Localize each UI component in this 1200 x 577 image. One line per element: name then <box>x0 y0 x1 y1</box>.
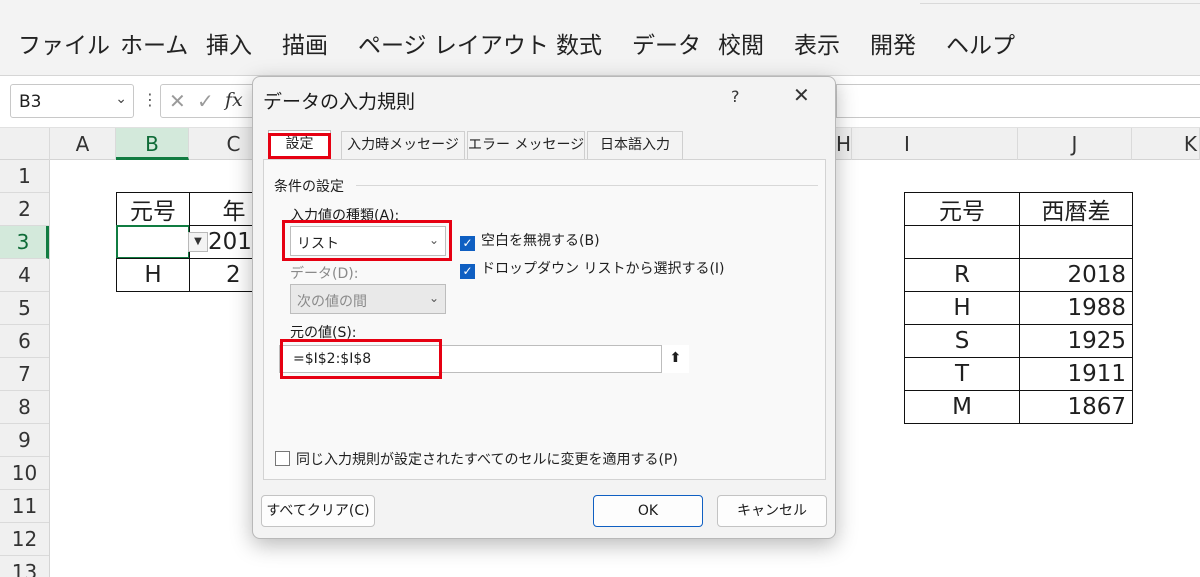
clear-all-button[interactable]: すべてクリア(C) <box>261 495 375 527</box>
ribbon-tab-review[interactable]: 校閲 <box>718 26 764 60</box>
ribbon-tab-developer[interactable]: 開発 <box>870 26 916 60</box>
highlight-box-source <box>280 339 442 379</box>
formula-input[interactable] <box>836 84 1200 118</box>
more-options-icon[interactable]: ⋮ <box>142 90 158 109</box>
select-all-corner[interactable] <box>0 128 50 160</box>
ribbon-tab-help[interactable]: ヘルプ <box>946 26 1015 60</box>
name-box[interactable]: B3 ⌄ <box>10 84 134 118</box>
data-select: 次の値の間 ⌄ <box>290 284 446 314</box>
cell-i5[interactable]: H <box>904 291 1020 325</box>
ribbon: ファイル ホーム 挿入 描画 ページ レイアウト 数式 データ 校閲 表示 開発… <box>0 0 1200 76</box>
ignore-blank-checkbox[interactable]: ✓ 空白を無視する(B) <box>460 230 600 251</box>
cell-j5[interactable]: 1988 <box>1019 291 1133 325</box>
formula-controls: ✕ ✓ fx <box>160 84 256 118</box>
column-header-k[interactable]: K <box>1132 128 1200 160</box>
row-header-6[interactable]: 6 <box>0 325 49 358</box>
tab-input-message[interactable]: 入力時メッセージ <box>341 131 465 159</box>
dialog-title: データの入力規則 <box>263 91 416 113</box>
help-icon[interactable]: ? <box>731 87 740 106</box>
row-header-11[interactable]: 11 <box>0 490 49 523</box>
checkbox-checked-icon: ✓ <box>460 264 475 279</box>
cell-j4[interactable]: 2018 <box>1019 258 1133 292</box>
chevron-down-icon: ⌄ <box>428 291 439 305</box>
row-header-5[interactable]: 5 <box>0 292 49 325</box>
column-header-b[interactable]: B <box>116 128 189 160</box>
cell-b4[interactable]: H <box>116 258 190 292</box>
row-header-9[interactable]: 9 <box>0 424 49 457</box>
cell-j8[interactable]: 1867 <box>1019 390 1133 424</box>
row-header-13[interactable]: 13 <box>0 556 49 577</box>
cell-i4[interactable]: R <box>904 258 1020 292</box>
checkbox-checked-icon: ✓ <box>460 236 475 251</box>
collapse-dialog-icon[interactable]: ⬆ <box>661 345 689 373</box>
ribbon-tab-formulas[interactable]: 数式 <box>556 26 602 60</box>
cell-j6[interactable]: 1925 <box>1019 324 1133 358</box>
in-cell-dropdown-label: ドロップダウン リストから選択する(I) <box>481 261 725 277</box>
row-header-2[interactable]: 2 <box>0 193 49 226</box>
cell-i7[interactable]: T <box>904 357 1020 391</box>
apply-to-all-checkbox[interactable]: 同じ入力規則が設定されたすべてのセルに変更を適用する(P) <box>275 449 678 469</box>
highlight-box-tab <box>268 133 331 159</box>
row-header-12[interactable]: 12 <box>0 523 49 556</box>
ribbon-tab-insert[interactable]: 挿入 <box>206 26 252 60</box>
cell-i3[interactable] <box>904 225 1020 259</box>
row-header-7[interactable]: 7 <box>0 358 49 391</box>
cancel-button[interactable]: キャンセル <box>717 495 827 527</box>
apply-to-all-label: 同じ入力規則が設定されたすべてのセルに変更を適用する(P) <box>296 452 678 468</box>
column-header-a[interactable]: A <box>50 128 116 160</box>
ribbon-tab-file[interactable]: ファイル <box>18 26 110 60</box>
data-select-value: 次の値の間 <box>297 294 367 310</box>
cancel-icon[interactable]: ✕ <box>169 89 186 113</box>
tab-ime-mode[interactable]: 日本語入力 <box>587 131 683 159</box>
column-header-j[interactable]: J <box>1018 128 1132 160</box>
row-header-3[interactable]: 3 <box>0 226 49 259</box>
ribbon-tab-view[interactable]: 表示 <box>794 26 840 60</box>
settings-panel: 条件の設定 入力値の種類(A): リスト ⌄ ✓ 空白を無視する(B) ✓ ドロップ… <box>263 159 826 480</box>
cell-dropdown-button[interactable]: ▼ <box>188 232 208 252</box>
group-divider <box>356 185 818 186</box>
column-header-i[interactable]: I <box>852 128 1018 160</box>
in-cell-dropdown-checkbox[interactable]: ✓ ドロップダウン リストから選択する(I) <box>460 258 725 279</box>
row-headers: 1 2 3 4 5 6 7 8 9 10 11 12 13 <box>0 160 50 577</box>
ribbon-tab-data[interactable]: データ <box>632 26 701 60</box>
highlight-box-allow <box>282 220 452 261</box>
tab-error-message[interactable]: エラー メッセージ <box>467 131 585 159</box>
ribbon-tab-page-layout[interactable]: ページ レイアウト <box>358 26 549 60</box>
criteria-group-label: 条件の設定 <box>274 179 344 195</box>
ribbon-tab-draw[interactable]: 描画 <box>282 26 328 60</box>
checkbox-unchecked-icon <box>275 451 290 466</box>
name-box-value: B3 <box>19 92 42 112</box>
data-validation-dialog: データの入力規則 ? ✕ 設定 入力時メッセージ エラー メッセージ 日本語入力… <box>252 76 836 539</box>
cell-j7[interactable]: 1911 <box>1019 357 1133 391</box>
ribbon-tab-home[interactable]: ホーム <box>120 26 188 60</box>
data-label: データ(D): <box>290 266 359 282</box>
insert-function-icon[interactable]: fx <box>225 89 243 111</box>
chevron-down-icon[interactable]: ⌄ <box>115 91 127 107</box>
close-icon[interactable]: ✕ <box>793 83 810 107</box>
cell-i6[interactable]: S <box>904 324 1020 358</box>
cell-j3[interactable] <box>1019 225 1133 259</box>
row-header-10[interactable]: 10 <box>0 457 49 490</box>
cell-b3[interactable] <box>116 225 190 259</box>
cell-i8[interactable]: M <box>904 390 1020 424</box>
ribbon-top-edge <box>920 0 1200 4</box>
check-icon[interactable]: ✓ <box>197 89 214 113</box>
cell-i2[interactable]: 元号 <box>904 192 1020 226</box>
ok-button[interactable]: OK <box>593 495 703 527</box>
row-header-4[interactable]: 4 <box>0 259 49 292</box>
row-header-8[interactable]: 8 <box>0 391 49 424</box>
cell-b2[interactable]: 元号 <box>116 192 190 226</box>
cell-j2[interactable]: 西暦差 <box>1019 192 1133 226</box>
ignore-blank-label: 空白を無視する(B) <box>481 233 600 249</box>
row-header-1[interactable]: 1 <box>0 160 49 193</box>
column-header-h[interactable]: H <box>836 128 852 160</box>
